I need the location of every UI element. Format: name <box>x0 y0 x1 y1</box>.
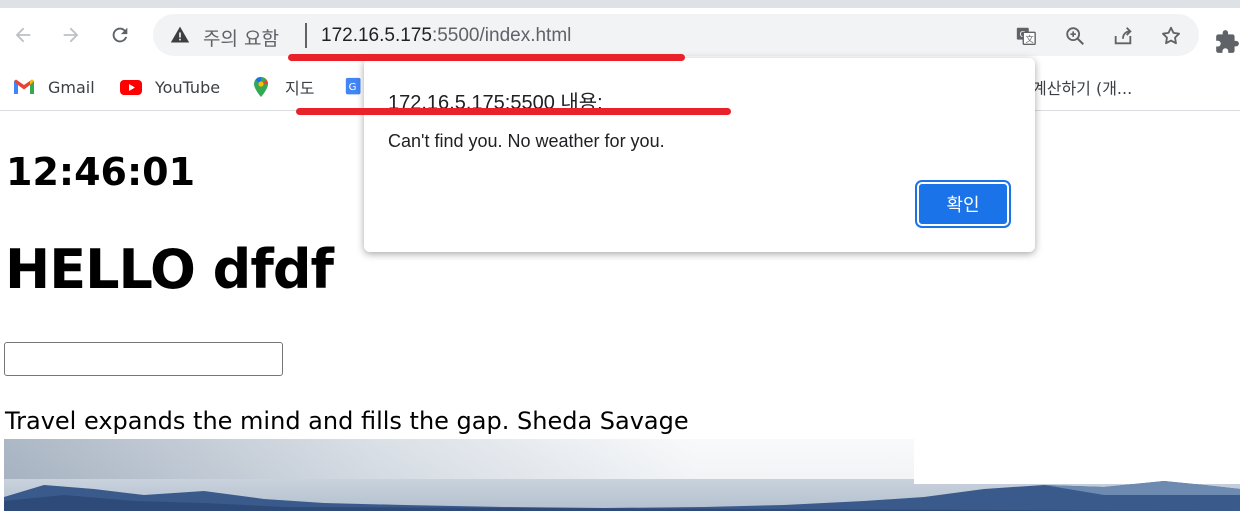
zoom-icon[interactable] <box>1062 23 1088 49</box>
clock: 12:46:01 <box>6 150 196 194</box>
back-button[interactable] <box>6 18 40 52</box>
arrow-right-icon <box>63 27 79 43</box>
background-photo <box>4 439 1240 511</box>
ok-button[interactable]: 확인 <box>915 180 1011 228</box>
forward-button[interactable] <box>54 18 88 52</box>
extensions-icon[interactable] <box>1214 29 1240 55</box>
reload-button[interactable] <box>103 18 137 52</box>
svg-text:G: G <box>349 82 357 93</box>
security-label[interactable]: 주의 요함 <box>203 24 279 51</box>
greeting-heading: HELLO dfdf <box>5 238 334 301</box>
quote-text: Travel expands the mind and fills the ga… <box>5 407 689 435</box>
translate-icon[interactable]: G文 <box>1013 23 1039 49</box>
warning-icon[interactable] <box>170 25 190 45</box>
url-text[interactable]: 172.16.5.175:5500/index.html <box>321 25 571 47</box>
bookmark-calculator[interactable]: 계산하기 (개... <box>1032 72 1132 102</box>
maps-icon <box>249 75 273 99</box>
tab-strip <box>0 0 1240 8</box>
dialog-message: Can't find you. No weather for you. <box>388 131 665 151</box>
bookmark-youtube[interactable]: YouTube <box>119 72 220 102</box>
bookmark-star-icon[interactable] <box>1158 23 1184 49</box>
annotation-underline-url <box>288 54 685 61</box>
gmail-icon <box>12 75 36 99</box>
share-icon[interactable] <box>1110 23 1136 49</box>
annotation-underline-title <box>296 108 731 115</box>
svg-text:文: 文 <box>1026 34 1034 44</box>
separator <box>305 23 307 48</box>
youtube-icon <box>119 75 143 99</box>
bookmark-gmail[interactable]: Gmail <box>12 72 95 102</box>
alert-dialog: 172.16.5.175:5500 내용: Can't find you. No… <box>364 58 1035 252</box>
bookmark-maps[interactable]: 지도 <box>249 72 314 102</box>
reload-icon <box>112 27 128 43</box>
address-bar[interactable]: 주의 요함 172.16.5.175:5500/index.html G文 <box>153 14 1199 56</box>
name-input[interactable] <box>4 342 283 376</box>
arrow-left-icon <box>15 27 31 43</box>
